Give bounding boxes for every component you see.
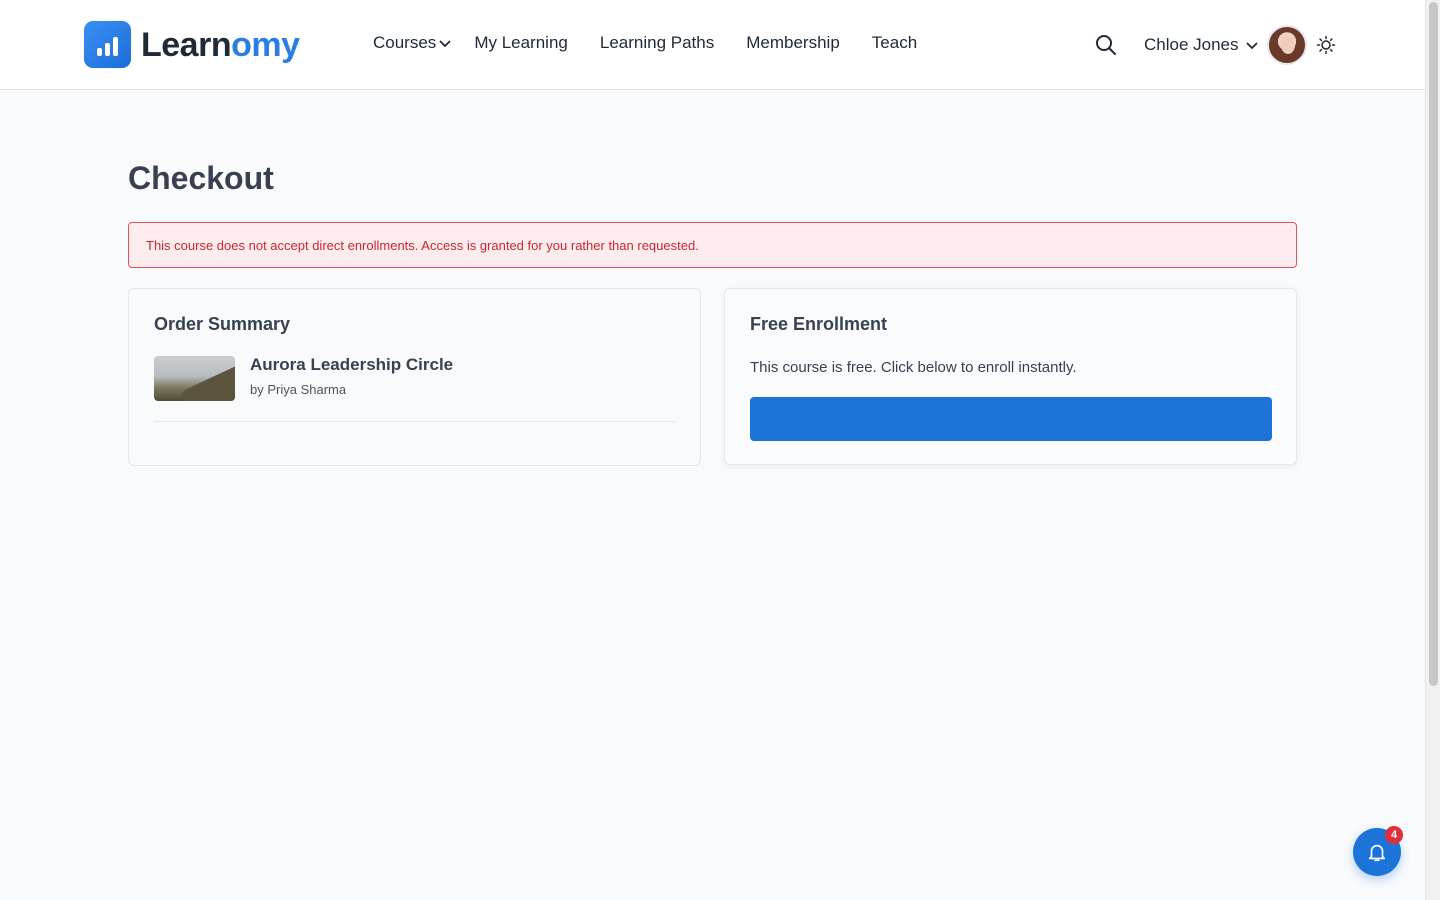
brand-name-part1: Learn [141,25,232,64]
page-title: Checkout [128,160,274,196]
course-thumbnail [154,356,235,401]
search-button[interactable] [1094,33,1118,57]
nav-courses[interactable]: Courses [373,33,452,53]
logo-icon [84,21,131,68]
nav-membership-label: Membership [746,33,840,52]
nav-my-learning[interactable]: My Learning [474,33,568,53]
top-navbar: Learnomy Courses My Learning Learning Pa… [0,0,1425,90]
notification-count-badge: 4 [1385,826,1403,844]
course-name: Aurora Leadership Circle [250,355,454,374]
brand-name: Learnomy [141,28,300,62]
theme-toggle[interactable] [1316,35,1336,55]
avatar[interactable] [1266,25,1307,65]
scrollbar-thumb[interactable] [1429,2,1438,686]
nav-my-learning-label: My Learning [474,33,568,52]
free-enrollment-title: Free Enrollment [750,314,888,334]
error-alert: This course does not accept direct enrol… [128,222,1297,268]
search-icon [1096,35,1116,55]
brand-logo[interactable]: Learnomy [84,21,300,68]
enroll-button[interactable] [750,397,1272,441]
order-summary-card: Order Summary Aurora Leadership Circle b… [128,288,701,466]
chevron-down-icon [1245,42,1258,50]
page-scrollbar[interactable] [1425,0,1440,900]
divider [154,421,676,422]
user-menu[interactable]: Chloe Jones [1144,25,1307,65]
nav-courses-label: Courses [373,33,437,52]
user-name: Chloe Jones [1144,35,1239,54]
chevron-down-icon [439,40,451,48]
nav-teach-label: Teach [871,33,918,52]
alert-message: This course does not accept direct enrol… [146,238,699,253]
nav-learning-paths[interactable]: Learning Paths [600,33,714,53]
bell-icon [1368,844,1386,862]
course-author: by Priya Sharma [250,382,347,397]
sun-icon [1316,35,1336,55]
order-summary-title: Order Summary [154,314,291,334]
nav-membership[interactable]: Membership [746,33,840,53]
main-nav: Courses My Learning Learning Paths Membe… [373,33,949,53]
free-enrollment-card: Free Enrollment This course is free. Cli… [724,288,1297,465]
free-enrollment-text: This course is free. Click below to enro… [750,359,1077,376]
brand-name-part2: omy [231,25,300,64]
nav-teach[interactable]: Teach [872,33,917,53]
nav-learning-paths-label: Learning Paths [599,33,715,52]
